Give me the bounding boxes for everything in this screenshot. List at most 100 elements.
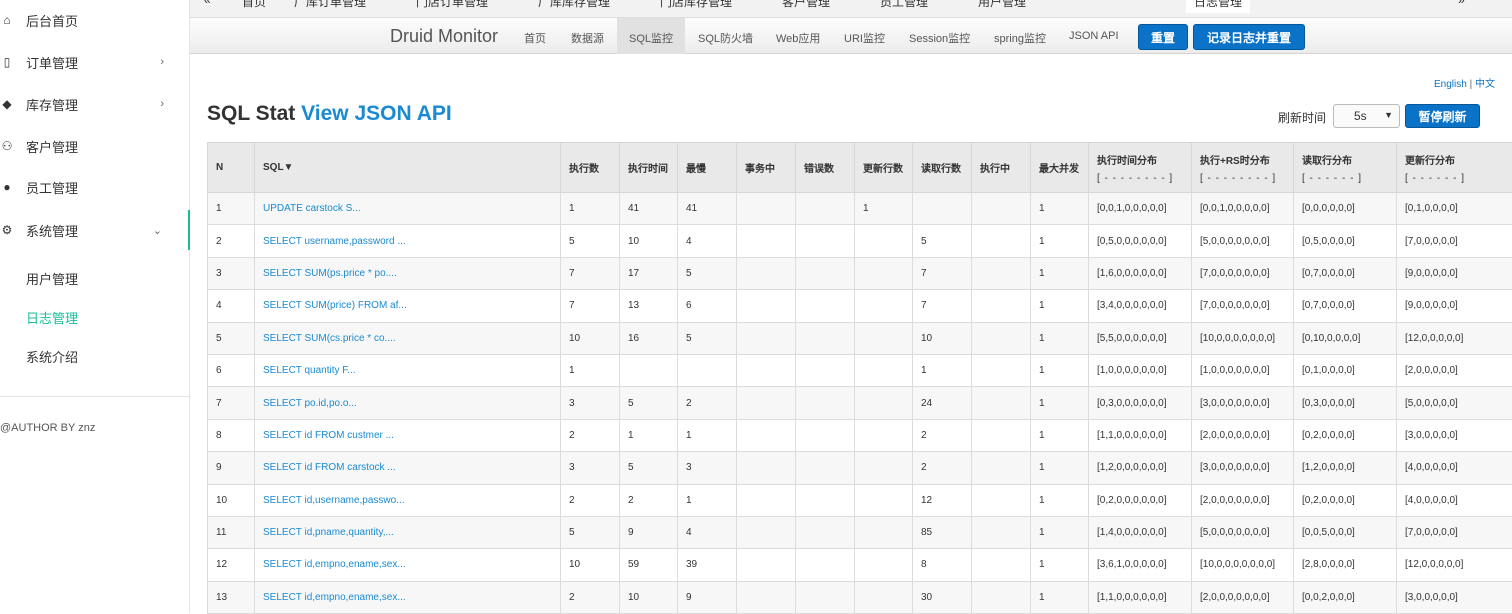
sql-link[interactable]: SELECT po.id,po.o... — [255, 387, 561, 419]
nav-session-monitor[interactable]: Session监控 — [909, 30, 970, 46]
sql-link[interactable]: SELECT SUM(cs.price * co.... — [255, 322, 561, 354]
tab-employees[interactable]: 员工管理 — [880, 0, 928, 10]
sidebar-item-system[interactable]: ⚙ 系统管理 ⌄ — [0, 210, 190, 250]
user-icon: ● — [0, 180, 14, 194]
table-cell: [0,2,0,0,0,0,0,0] — [1089, 484, 1192, 516]
tab-factory-orders[interactable]: 厂库订单管理 — [294, 0, 366, 10]
nav-datasource[interactable]: 数据源 — [571, 30, 604, 46]
table-cell: [3,6,1,0,0,0,0,0] — [1089, 549, 1192, 581]
nav-spring-monitor[interactable]: spring监控 — [994, 30, 1046, 46]
sql-link[interactable]: UPDATE carstock S... — [255, 193, 561, 225]
refresh-interval-select[interactable]: 5s ▼ — [1333, 104, 1400, 128]
tab-logs[interactable]: 日志管理 — [1186, 0, 1250, 13]
tab-store-orders[interactable]: 门店订单管理 — [416, 0, 488, 10]
table-cell: 8 — [208, 419, 255, 451]
table-cell — [855, 387, 913, 419]
submenu-item-logs[interactable]: 日志管理 — [26, 308, 78, 327]
brand[interactable]: Druid Monitor — [390, 26, 498, 47]
sql-link[interactable]: SELECT username,password ... — [255, 225, 561, 257]
sidebar-item-dashboard[interactable]: ⌂ 后台首页 — [0, 0, 190, 40]
table-cell — [796, 419, 855, 451]
table-cell: 10 — [208, 484, 255, 516]
table-cell: [5,5,0,0,0,0,0,0] — [1089, 322, 1192, 354]
table-cell: [2,0,0,0,0,0] — [1397, 354, 1512, 386]
nav-json-api[interactable]: JSON API — [1069, 30, 1119, 42]
sql-link[interactable]: SELECT SUM(price) FROM af... — [255, 290, 561, 322]
sql-link[interactable]: SELECT id,pname,quantity,... — [255, 516, 561, 548]
nav-web-app[interactable]: Web应用 — [776, 30, 820, 46]
nav-sql-monitor[interactable]: SQL监控 — [617, 18, 685, 54]
table-row: 4SELECT SUM(price) FROM af...713671[3,4,… — [208, 290, 1512, 322]
column-header-label: 更新行数 — [863, 164, 903, 175]
tab-factory-stock[interactable]: 厂库库存管理 — [538, 0, 610, 10]
table-cell: 1 — [1031, 322, 1089, 354]
column-header: 错误数 — [796, 143, 855, 193]
table-cell: [7,0,0,0,0,0,0,0] — [1192, 290, 1294, 322]
sidebar-item-label: 后台首页 — [26, 11, 78, 30]
table-cell: [0,0,5,0,0,0] — [1294, 516, 1397, 548]
table-cell: 5 — [208, 322, 255, 354]
submenu-item-users[interactable]: 用户管理 — [26, 269, 78, 288]
column-header: 最大并发 — [1031, 143, 1089, 193]
table-cell — [796, 257, 855, 289]
reset-button[interactable]: 重置 — [1138, 24, 1188, 50]
table-cell — [972, 225, 1031, 257]
table-cell: 13 — [208, 581, 255, 613]
nav-home[interactable]: 首页 — [524, 30, 546, 46]
table-cell: [1,4,0,0,0,0,0,0] — [1089, 516, 1192, 548]
table-cell: [4,0,0,0,0,0] — [1397, 484, 1512, 516]
table-cell: 10 — [620, 225, 678, 257]
table-cell: 12 — [913, 484, 972, 516]
view-json-api-link[interactable]: View JSON API — [301, 102, 452, 125]
table-row: 5SELECT SUM(cs.price * co....10165101[5,… — [208, 322, 1512, 354]
sidebar-item-employees[interactable]: ● 员工管理 — [0, 167, 190, 207]
home-icon: ⌂ — [0, 13, 14, 27]
table-cell — [855, 419, 913, 451]
table-cell: [0,7,0,0,0,0] — [1294, 290, 1397, 322]
nav-sql-firewall[interactable]: SQL防火墙 — [698, 30, 753, 46]
table-cell — [913, 193, 972, 225]
sidebar-item-customers[interactable]: ⚇ 客户管理 — [0, 126, 190, 166]
table-cell: 24 — [913, 387, 972, 419]
nav-uri-monitor[interactable]: URI监控 — [844, 30, 885, 46]
table-cell: [1,2,0,0,0,0,0,0] — [1089, 452, 1192, 484]
sql-link[interactable]: SELECT id,empno,ename,sex... — [255, 549, 561, 581]
table-cell: [3,0,0,0,0,0] — [1397, 581, 1512, 613]
sql-link[interactable]: SELECT id,username,passwo... — [255, 484, 561, 516]
sidebar-item-inventory[interactable]: ◆ 库存管理 › — [0, 84, 190, 124]
sql-link[interactable]: SELECT quantity F... — [255, 354, 561, 386]
page-title-text: SQL Stat — [207, 102, 295, 125]
tab-users[interactable]: 用户管理 — [978, 0, 1026, 10]
log-and-reset-button[interactable]: 记录日志并重置 — [1193, 24, 1305, 50]
sql-link[interactable]: SELECT id,empno,ename,sex... — [255, 581, 561, 613]
table-cell: 3 — [561, 452, 620, 484]
sidebar-item-orders[interactable]: ▯ 订单管理 › — [0, 42, 190, 82]
table-cell: 1 — [561, 193, 620, 225]
tab-customers[interactable]: 客户管理 — [782, 0, 830, 10]
pause-refresh-button[interactable]: 暂停刷新 — [1405, 104, 1480, 128]
table-cell — [796, 484, 855, 516]
sql-link[interactable]: SELECT id FROM carstock ... — [255, 452, 561, 484]
sql-link[interactable]: SELECT id FROM custmer ... — [255, 419, 561, 451]
table-cell — [737, 452, 796, 484]
table-cell: 1 — [1031, 257, 1089, 289]
tab-scroll-left-icon[interactable]: « — [204, 0, 211, 7]
tab-store-stock[interactable]: 门店库存管理 — [660, 0, 732, 10]
cube-icon: ◆ — [0, 97, 14, 111]
table-cell: 5 — [620, 387, 678, 419]
submenu-item-about[interactable]: 系统介绍 — [26, 347, 78, 366]
table-cell: 8 — [913, 549, 972, 581]
table-cell: 1 — [1031, 354, 1089, 386]
lang-english-link[interactable]: English — [1434, 79, 1467, 90]
column-header[interactable]: SQL▼ — [255, 143, 561, 193]
table-cell: 6 — [208, 354, 255, 386]
tab-home[interactable]: 首页 — [242, 0, 266, 10]
refresh-label: 刷新时间 — [1278, 109, 1326, 126]
table-cell — [855, 484, 913, 516]
lang-chinese-link[interactable]: 中文 — [1475, 79, 1495, 90]
druid-navbar: Druid Monitor 首页 数据源 SQL监控 SQL防火墙 Web应用 … — [190, 18, 1512, 54]
table-cell: 5 — [678, 257, 737, 289]
sql-link[interactable]: SELECT SUM(ps.price * po.... — [255, 257, 561, 289]
tab-scroll-right-icon[interactable]: » — [1458, 0, 1465, 7]
column-header-sub: [ - - - - - - - - ] — [1097, 173, 1191, 184]
